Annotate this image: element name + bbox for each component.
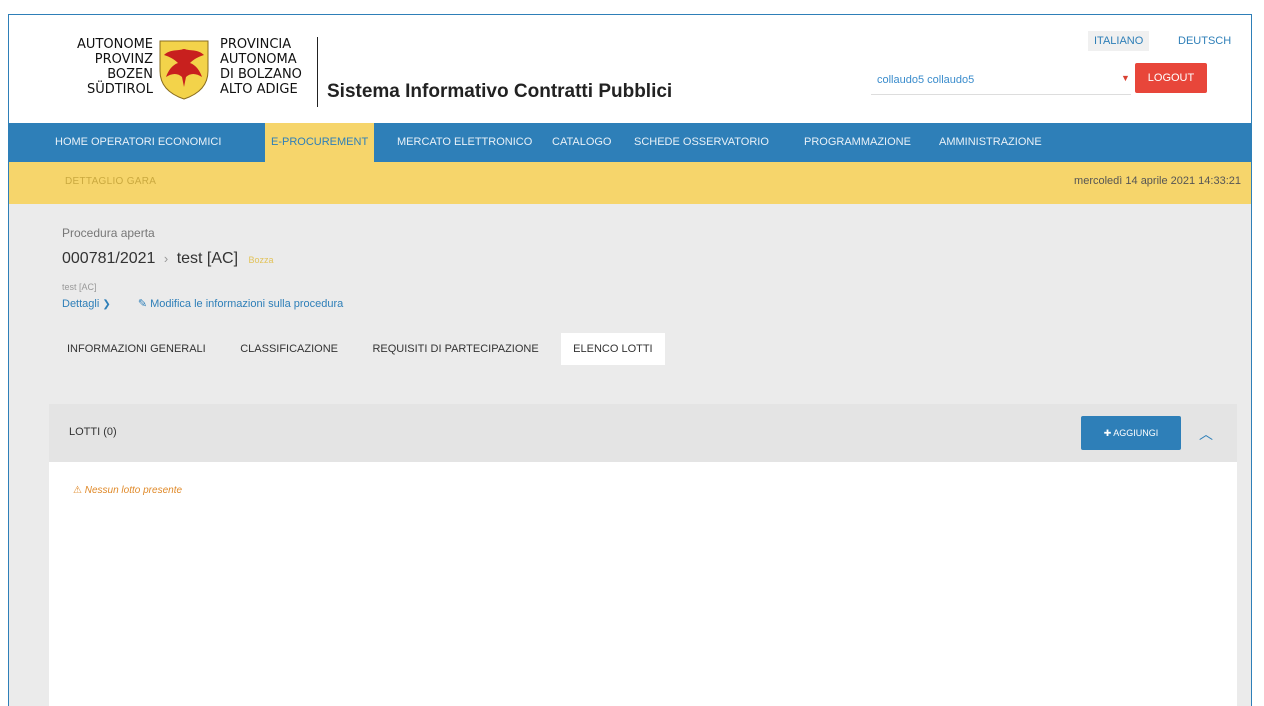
logo-line: ALTO ADIGE <box>220 82 298 97</box>
main-nav: HOME OPERATORI ECONOMICI E-PROCUREMENT M… <box>9 123 1251 162</box>
edit-procedure-link[interactable]: ✎ Modifica le informazioni sulla procedu… <box>138 298 344 310</box>
language-deutsch[interactable]: DEUTSCH <box>1172 31 1237 51</box>
nav-item-home[interactable]: HOME <box>55 123 88 162</box>
user-select[interactable]: collaudo5 collaudo5 <box>871 63 1131 95</box>
logo-text-german: AUTONOME PROVINZ BOZEN SÜDTIROL <box>55 37 153 97</box>
logo-line: DI BOLZANO <box>220 67 302 82</box>
nav-item-amministrazione[interactable]: AMMINISTRAZIONE <box>939 123 1042 162</box>
logo-line: PROVINCIA <box>220 37 292 52</box>
logo-line: AUTONOMA <box>220 52 297 67</box>
tab-informazioni-generali[interactable]: INFORMAZIONI GENERALI <box>55 333 218 365</box>
plus-icon: ✚ <box>1103 428 1112 438</box>
add-lot-button[interactable]: ✚ AGGIUNGI <box>1081 416 1181 450</box>
nav-item-catalogo[interactable]: CATALOGO <box>552 123 612 162</box>
breadcrumb-separator: › <box>163 251 169 266</box>
edit-link-label: Modifica le informazioni sulla procedura <box>150 298 344 310</box>
section-label: DETTAGLIO GARA <box>65 176 157 187</box>
logo-line: BOZEN <box>107 67 153 82</box>
nav-item-mercato-elettronico[interactable]: MERCATO ELETTRONICO <box>397 123 532 162</box>
tab-classificazione[interactable]: CLASSIFICAZIONE <box>228 333 350 365</box>
logo-text-italian: PROVINCIA AUTONOMA DI BOLZANO ALTO ADIGE <box>220 37 320 97</box>
procedure-name: test [AC] <box>176 250 239 267</box>
chevron-down-icon: ❯ <box>102 299 111 310</box>
procedure-title: 000781/2021 › test [AC] Bozza <box>62 250 274 268</box>
empty-message-text: Nessun lotto presente <box>84 485 183 496</box>
eagle-crest-icon <box>159 40 209 100</box>
header: AUTONOME PROVINZ BOZEN SÜDTIROL PROVINCI… <box>9 15 1251 123</box>
nav-item-operatori-economici[interactable]: OPERATORI ECONOMICI <box>91 123 221 162</box>
details-toggle[interactable]: Dettagli ❯ <box>62 298 114 310</box>
app-window: AUTONOME PROVINZ BOZEN SÜDTIROL PROVINCI… <box>8 14 1252 706</box>
add-button-label: AGGIUNGI <box>1113 428 1159 438</box>
datetime: mercoledì 14 aprile 2021 14:33:21 <box>1074 175 1241 187</box>
empty-lots-message: ⚠ Nessun lotto presente <box>73 485 182 496</box>
logo-line: PROVINZ <box>94 52 153 67</box>
details-link-label: Dettagli <box>62 298 100 310</box>
lots-panel: LOTTI (0) ✚ AGGIUNGI ︿ ⚠ Nessun lotto pr… <box>49 404 1237 706</box>
logout-button[interactable]: LOGOUT <box>1135 63 1207 93</box>
sub-bar: DETTAGLIO GARA mercoledì 14 aprile 2021 … <box>9 162 1251 204</box>
tab-elenco-lotti[interactable]: ELENCO LOTTI <box>561 333 665 365</box>
caret-down-icon[interactable]: ▼ <box>1121 73 1130 83</box>
warning-icon: ⚠ <box>73 485 82 496</box>
nav-item-programmazione[interactable]: PROGRAMMAZIONE <box>804 123 911 162</box>
site-title: Sistema Informativo Contratti Pubblici <box>327 81 673 102</box>
lots-panel-header: LOTTI (0) ✚ AGGIUNGI ︿ <box>49 404 1237 462</box>
edit-icon: ✎ <box>137 298 148 310</box>
language-italiano[interactable]: ITALIANO <box>1088 31 1150 51</box>
tab-requisiti-di-partecipazione[interactable]: REQUISITI DI PARTECIPAZIONE <box>360 333 550 365</box>
logo-line: SÜDTIROL <box>86 82 153 97</box>
procedure-tabs: INFORMAZIONI GENERALI CLASSIFICAZIONE RE… <box>55 333 665 365</box>
nav-item-e-procurement[interactable]: E-PROCUREMENT <box>265 123 375 162</box>
procedure-subtitle: test [AC] <box>62 282 97 292</box>
procedure-links: Dettagli ❯ ✎ Modifica le informazioni su… <box>62 297 343 310</box>
content-area: LOTTI (0) ✚ AGGIUNGI ︿ ⚠ Nessun lotto pr… <box>9 372 1251 706</box>
chevron-up-icon[interactable]: ︿ <box>1199 424 1213 444</box>
procedure-code: 000781/2021 <box>62 250 156 267</box>
status-badge: Bozza <box>248 255 274 265</box>
logo-line: AUTONOME <box>77 37 153 52</box>
nav-item-schede-osservatorio[interactable]: SCHEDE OSSERVATORIO <box>634 123 769 162</box>
lots-panel-title: LOTTI (0) <box>69 426 117 438</box>
logo-divider <box>317 37 318 107</box>
procedure-type: Procedura aperta <box>62 226 155 240</box>
procedure-header: Procedura aperta 000781/2021 › test [AC]… <box>9 204 1251 372</box>
